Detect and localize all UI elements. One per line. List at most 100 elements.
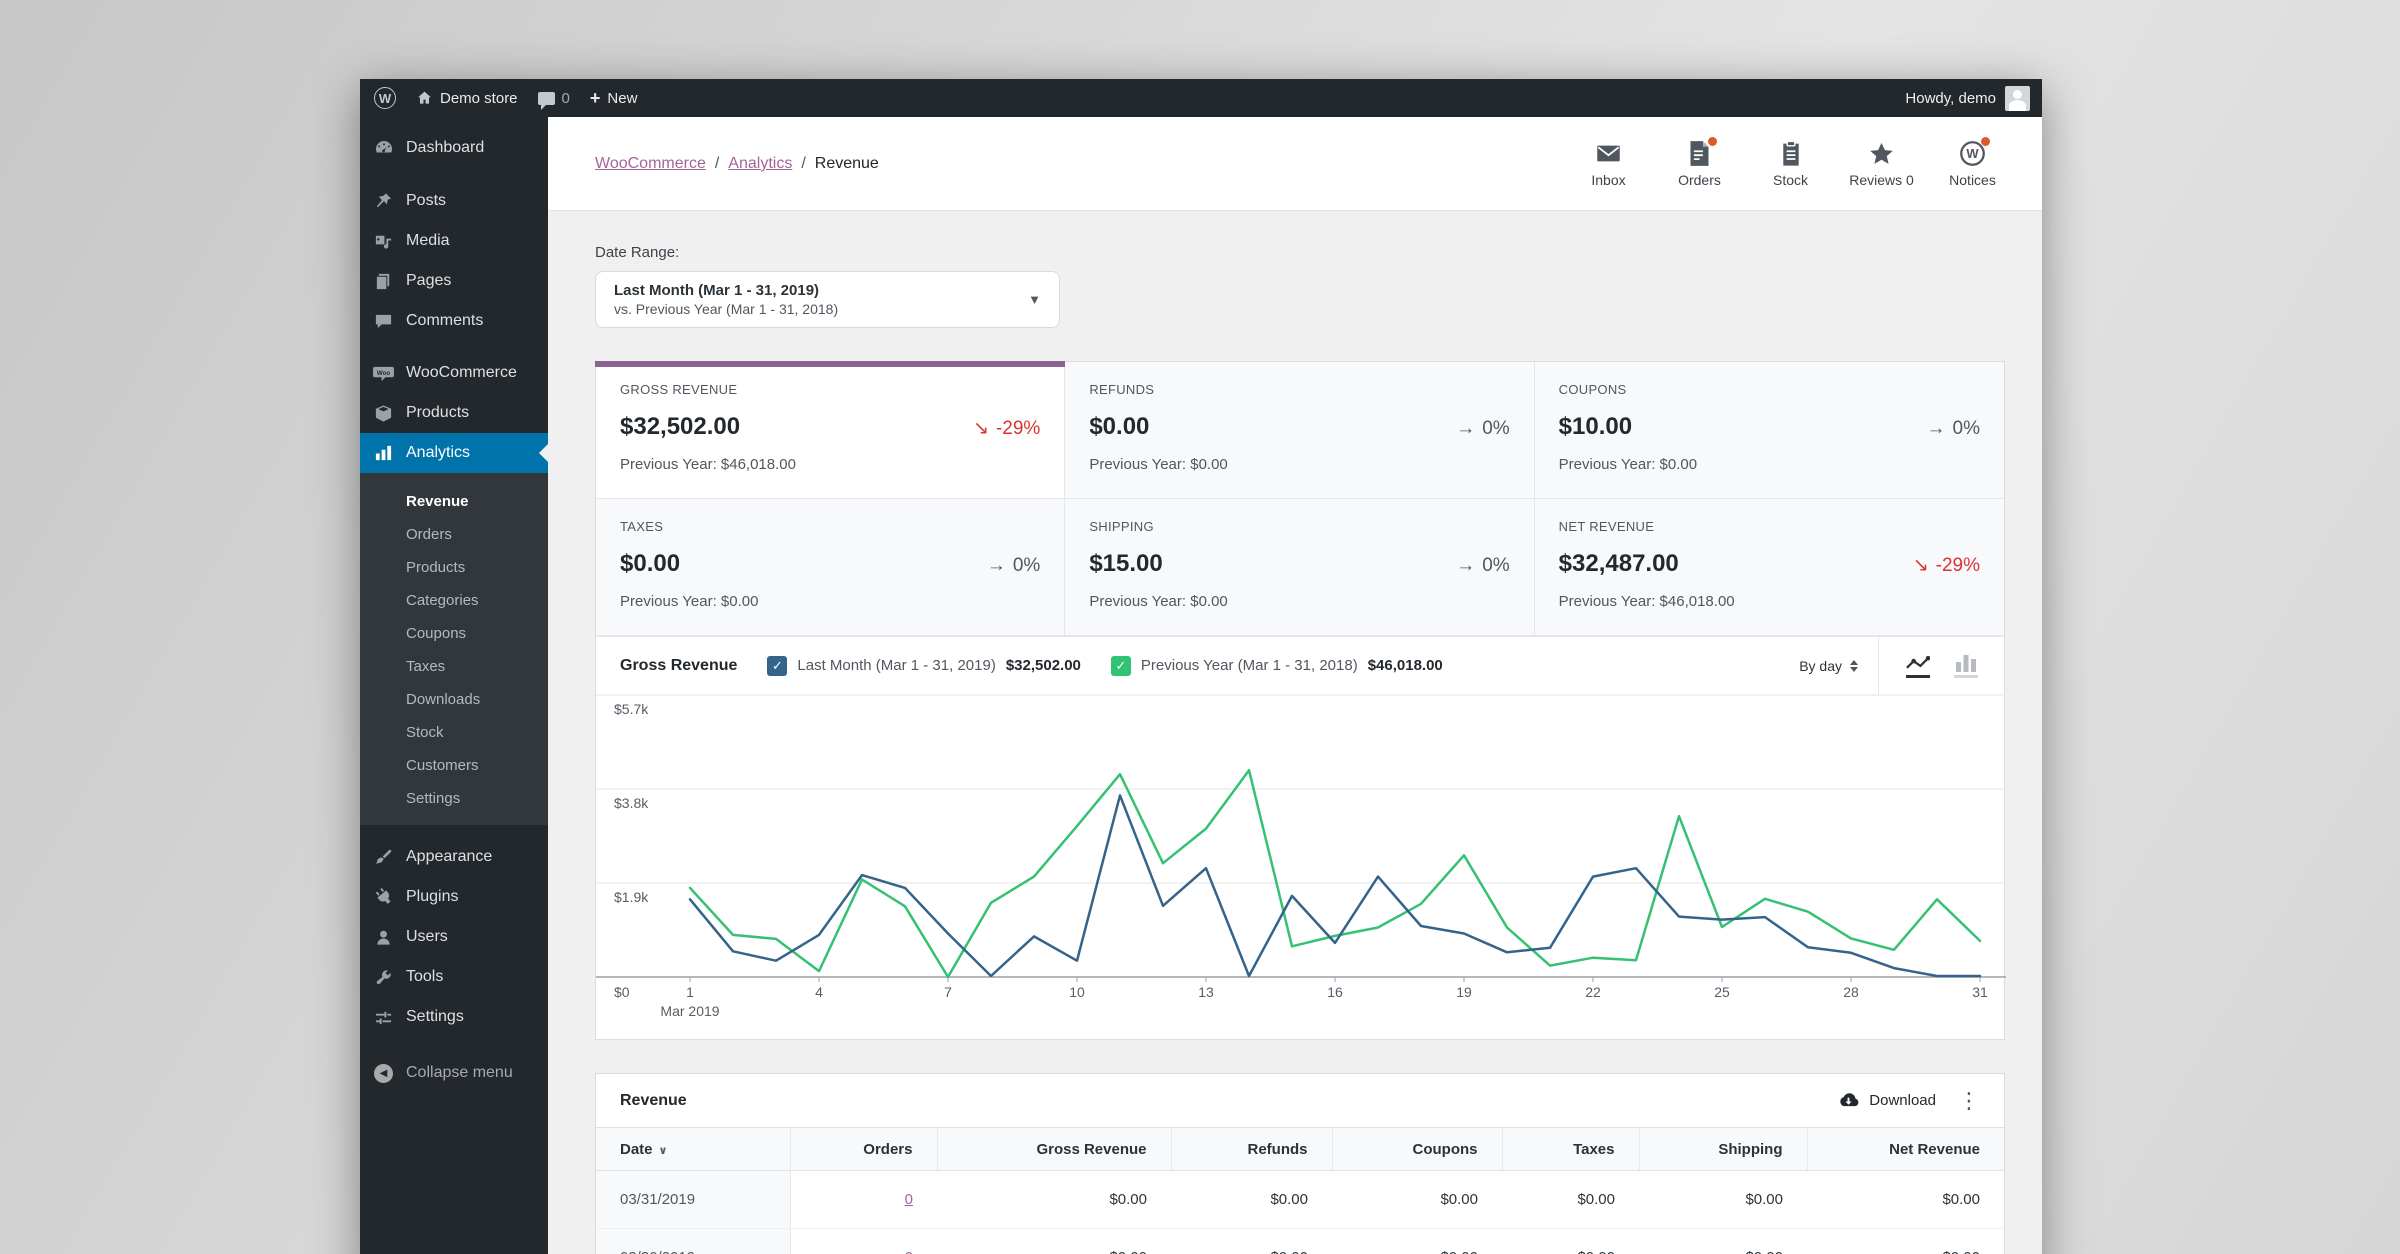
wordpress-logo-icon[interactable]: W	[374, 87, 396, 109]
cloud-download-icon	[1837, 1092, 1860, 1109]
howdy-account-link[interactable]: Howdy, demo	[1905, 90, 1996, 107]
ellipsis-menu-icon[interactable]: ⋮	[1952, 1088, 1986, 1114]
submenu-item-stock[interactable]: Stock	[360, 716, 548, 749]
sidebar-item-plugins[interactable]: Plugins	[360, 877, 548, 917]
column-header-orders[interactable]: Orders	[790, 1128, 937, 1171]
breadcrumb-link-analytics[interactable]: Analytics	[728, 155, 792, 173]
svg-text:28: 28	[1843, 984, 1859, 1000]
table-title: Revenue	[620, 1092, 687, 1110]
date-range-select[interactable]: Last Month (Mar 1 - 31, 2019) vs. Previo…	[595, 271, 1060, 328]
user-icon	[373, 928, 394, 947]
report-body: Date Range: Last Month (Mar 1 - 31, 2019…	[548, 211, 2042, 1254]
interval-select[interactable]: By day	[1779, 637, 1878, 694]
summary-card-refunds[interactable]: REFUNDS $0.00 →0% Previous Year: $0.00	[1065, 362, 1534, 499]
trend-down-icon: ↘	[1913, 554, 1929, 577]
column-header-refunds[interactable]: Refunds	[1171, 1128, 1332, 1171]
activity-tab-stock[interactable]: Stock	[1745, 140, 1836, 188]
breadcrumb-current: Revenue	[815, 155, 879, 173]
unread-badge-dot	[1981, 137, 1990, 146]
column-header-taxes[interactable]: Taxes	[1502, 1128, 1639, 1171]
revenue-line-chart[interactable]: $5.7k$3.8k$1.9k$01471013161922252831Mar …	[596, 694, 2006, 1034]
pushpin-icon	[373, 192, 394, 211]
sidebar-item-comments[interactable]: Comments	[360, 301, 548, 341]
avatar[interactable]	[2005, 86, 2030, 111]
summary-card-gross-revenue[interactable]: GROSS REVENUE $32,502.00 ↘-29% Previous …	[596, 362, 1065, 499]
previous-period-value: Previous Year: $0.00	[620, 593, 1040, 610]
submenu-item-taxes[interactable]: Taxes	[360, 650, 548, 683]
sidebar-item-woocommerce[interactable]: Woo WooCommerce	[360, 353, 548, 393]
unread-badge-dot	[1708, 137, 1717, 146]
table-header-row: Date∨ Orders Gross Revenue Refunds Coupo…	[596, 1128, 2004, 1171]
taxes-cell: $0.00	[1502, 1229, 1639, 1254]
orders-count-link[interactable]: 0	[905, 1191, 913, 1208]
submenu-item-coupons[interactable]: Coupons	[360, 617, 548, 650]
legend-item-previous-year[interactable]: ✓ Previous Year (Mar 1 - 31, 2018) $46,0…	[1111, 656, 1443, 676]
sidebar-item-appearance[interactable]: Appearance	[360, 837, 548, 877]
svg-text:13: 13	[1198, 984, 1214, 1000]
column-header-net-revenue[interactable]: Net Revenue	[1807, 1128, 2004, 1171]
date-cell: 03/31/2019	[596, 1171, 790, 1229]
coupons-cell: $0.00	[1332, 1229, 1502, 1254]
activity-tab-reviews[interactable]: Reviews 0	[1836, 140, 1927, 188]
sidebar-item-posts[interactable]: Posts	[360, 181, 548, 221]
bar-chart-type-button[interactable]	[1946, 648, 1986, 684]
sidebar-item-users[interactable]: Users	[360, 917, 548, 957]
activity-tab-orders[interactable]: Orders	[1654, 140, 1745, 188]
sidebar-item-media[interactable]: Media	[360, 221, 548, 261]
summary-card-taxes[interactable]: TAXES $0.00 →0% Previous Year: $0.00	[596, 499, 1065, 636]
column-header-date[interactable]: Date∨	[596, 1128, 790, 1171]
activity-tab-inbox[interactable]: Inbox	[1563, 140, 1654, 188]
legend-item-last-month[interactable]: ✓ Last Month (Mar 1 - 31, 2019) $32,502.…	[767, 656, 1081, 676]
summary-card-coupons[interactable]: COUPONS $10.00 →0% Previous Year: $0.00	[1535, 362, 2004, 499]
submenu-item-products[interactable]: Products	[360, 551, 548, 584]
trend-down-icon: ↘	[973, 417, 989, 440]
submenu-item-downloads[interactable]: Downloads	[360, 683, 548, 716]
sidebar-item-dashboard[interactable]: Dashboard	[360, 127, 548, 169]
svg-text:$0: $0	[614, 984, 630, 1000]
sidebar-item-analytics[interactable]: Analytics	[360, 433, 548, 473]
column-header-shipping[interactable]: Shipping	[1639, 1128, 1807, 1171]
previous-period-value: Previous Year: $0.00	[1089, 593, 1509, 610]
svg-text:19: 19	[1456, 984, 1472, 1000]
sidebar-item-tools[interactable]: Tools	[360, 957, 548, 997]
column-header-gross-revenue[interactable]: Gross Revenue	[937, 1128, 1171, 1171]
column-header-coupons[interactable]: Coupons	[1332, 1128, 1502, 1171]
submenu-item-customers[interactable]: Customers	[360, 749, 548, 782]
svg-text:W: W	[1966, 146, 1979, 161]
checkbox-checked-icon[interactable]: ✓	[767, 656, 787, 676]
collapse-arrow-icon: ◀	[373, 1064, 394, 1083]
svg-text:$1.9k: $1.9k	[614, 889, 649, 905]
previous-period-value: Previous Year: $0.00	[1559, 456, 1980, 473]
comments-shortcut[interactable]: 0	[538, 90, 570, 107]
collapse-menu-button[interactable]: ◀ Collapse menu	[360, 1053, 548, 1093]
activity-panel-tabs: Inbox Orders Stock Reviews 0	[1563, 140, 2018, 188]
orders-count-link[interactable]: 0	[905, 1249, 913, 1254]
new-content-button[interactable]: + New	[590, 89, 638, 107]
document-icon	[1686, 140, 1713, 167]
breadcrumb-link-woocommerce[interactable]: WooCommerce	[595, 155, 706, 173]
revenue-report-panel: GROSS REVENUE $32,502.00 ↘-29% Previous …	[595, 361, 2005, 1040]
submenu-item-orders[interactable]: Orders	[360, 518, 548, 551]
svg-text:7: 7	[944, 984, 952, 1000]
submenu-item-categories[interactable]: Categories	[360, 584, 548, 617]
download-button[interactable]: Download	[1837, 1092, 1936, 1109]
submenu-item-settings[interactable]: Settings	[360, 782, 548, 815]
admin-sidebar: Dashboard Posts Media Pages Comment	[360, 117, 548, 1254]
chart-area[interactable]: $5.7k$3.8k$1.9k$01471013161922252831Mar …	[596, 694, 2004, 1039]
activity-tab-notices[interactable]: W Notices	[1927, 140, 2018, 188]
sidebar-item-products[interactable]: Products	[360, 393, 548, 433]
svg-text:25: 25	[1714, 984, 1730, 1000]
refunds-cell: $0.00	[1171, 1229, 1332, 1254]
line-chart-type-button[interactable]	[1897, 648, 1938, 684]
media-icon	[373, 232, 394, 251]
summary-card-shipping[interactable]: SHIPPING $15.00 →0% Previous Year: $0.00	[1065, 499, 1534, 636]
site-name-link[interactable]: Demo store	[416, 90, 518, 107]
summary-card-net-revenue[interactable]: NET REVENUE $32,487.00 ↘-29% Previous Ye…	[1535, 499, 2004, 636]
checkbox-checked-icon[interactable]: ✓	[1111, 656, 1131, 676]
submenu-item-revenue[interactable]: Revenue	[360, 485, 548, 518]
sidebar-item-pages[interactable]: Pages	[360, 261, 548, 301]
delta-value: 0%	[1482, 418, 1509, 440]
date-range-secondary: vs. Previous Year (Mar 1 - 31, 2018)	[614, 301, 838, 317]
coupons-cell: $0.00	[1332, 1171, 1502, 1229]
sidebar-item-settings[interactable]: Settings	[360, 997, 548, 1037]
